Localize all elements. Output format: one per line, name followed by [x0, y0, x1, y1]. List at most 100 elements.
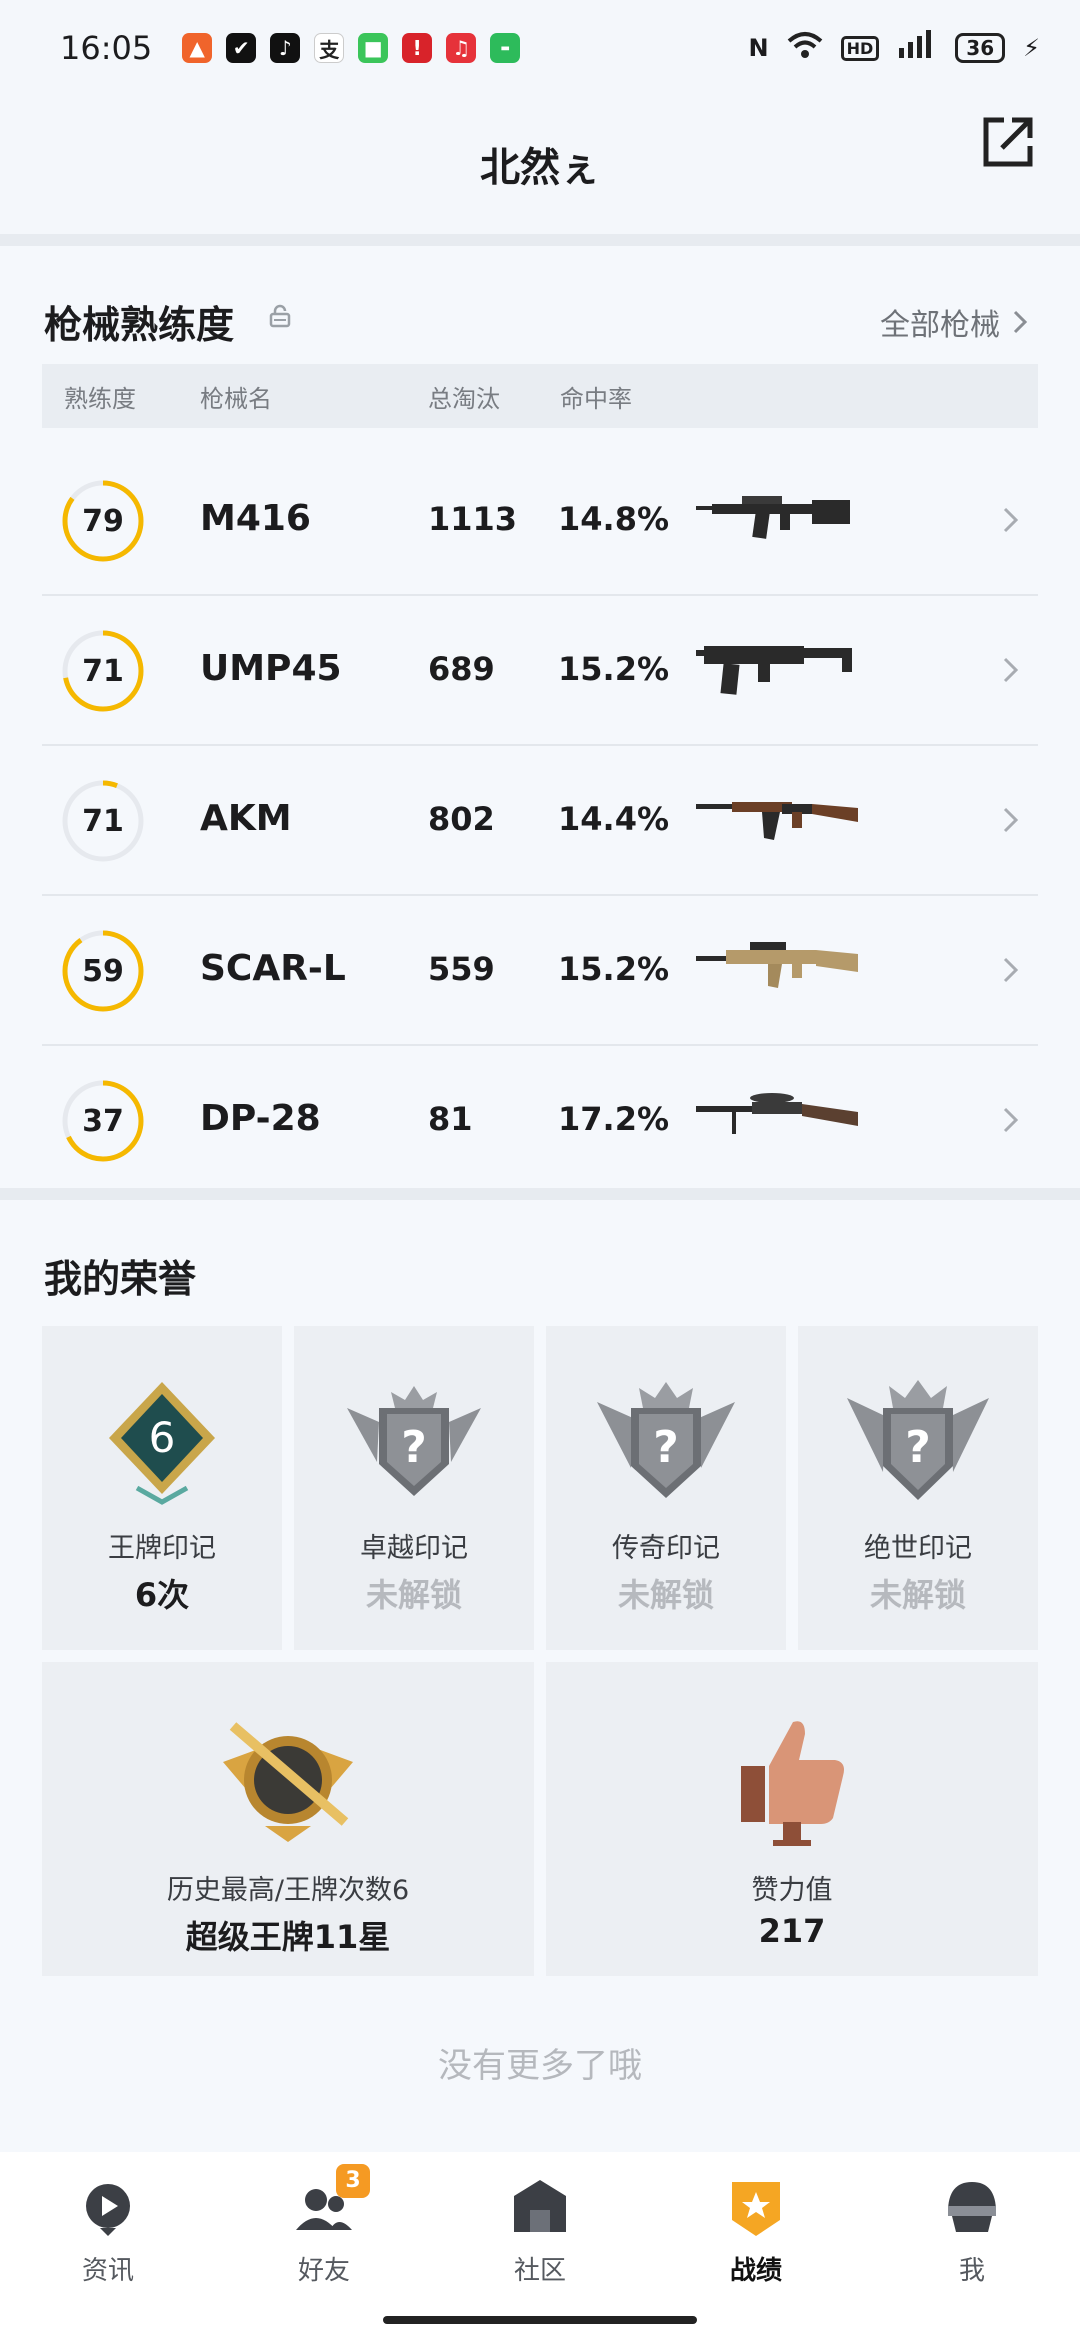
locked-emblem-icon: ? [347, 1386, 481, 1496]
badge-card-excellence[interactable]: ? 卓越印记 未解锁 [294, 1326, 534, 1650]
gun-row-m416[interactable]: 79 M416 1113 14.8% [42, 446, 1038, 596]
gun-kills: 802 [428, 800, 495, 838]
tab-friends[interactable]: 3 好友 [254, 2164, 394, 2287]
gun-row-dp-28[interactable]: 37 DP-28 81 17.2% [42, 1046, 1038, 1196]
messages-icon: ■ [358, 33, 389, 63]
app-notification-icon: 支 [314, 33, 345, 63]
badge-label: 传奇印记 [612, 1533, 720, 1564]
gun-name: M416 [200, 498, 311, 539]
thumbs-up-icon [741, 1721, 844, 1846]
emblem-mark: ? [905, 1422, 931, 1473]
tab-news[interactable]: 资讯 [38, 2176, 178, 2287]
all-guns-link[interactable]: 全部枪械 [880, 300, 1028, 344]
wifi-icon [787, 31, 823, 65]
app-notification-icon: ▲ [182, 33, 213, 63]
gun-proficiency-section: 枪械熟练度 全部枪械 熟练度 枪械名 总淘汰 命中率 79 M416 1113 … [0, 246, 1080, 1188]
proficiency-ring: 79 [60, 478, 146, 564]
music-icon: ♫ [446, 33, 477, 63]
news-icon [76, 2176, 140, 2240]
section-title: 我的荣誉 [44, 1257, 197, 1301]
nfc-icon: N [748, 34, 769, 62]
community-icon [508, 2176, 572, 2240]
record-icon [724, 2176, 788, 2240]
section-divider [0, 1188, 1080, 1200]
chevron-right-icon [1003, 507, 1019, 533]
gun-hit-rate: 15.2% [558, 950, 670, 988]
friend-request-badge: 3 [336, 2164, 370, 2198]
proficiency-value: 59 [82, 953, 124, 989]
rifle-icon [696, 802, 858, 840]
app-notification-icon: ▬ [490, 33, 521, 63]
column-header: 命中率 [560, 384, 632, 413]
hd-icon: HD [840, 35, 880, 61]
signal-icon [897, 30, 937, 66]
rifle-icon [696, 496, 850, 539]
gun-kills: 81 [428, 1100, 473, 1138]
tab-profile[interactable]: 我 [902, 2176, 1042, 2287]
share-icon[interactable] [980, 114, 1036, 170]
gun-hit-rate: 14.4% [558, 800, 670, 838]
gun-row-scar-l[interactable]: 59 SCAR-L 559 15.2% [42, 896, 1038, 1046]
badge-card-ace[interactable]: 6 王牌印记 6次 [42, 1326, 282, 1650]
page-header: 北然ぇ [0, 96, 1080, 232]
badge-label: 绝世印记 [864, 1533, 972, 1564]
section-divider [0, 234, 1080, 246]
gun-name: SCAR-L [200, 948, 346, 989]
gun-hit-rate: 15.2% [558, 650, 670, 688]
tab-label: 社区 [513, 2256, 566, 2286]
emblem-mark: ? [401, 1422, 427, 1473]
status-time: 16:05 [60, 29, 153, 67]
table-header: 熟练度 枪械名 总淘汰 命中率 [42, 364, 1038, 428]
rifle-icon [696, 942, 858, 988]
chevron-right-icon [1013, 310, 1028, 334]
honor-section: 我的荣誉 6 王牌印记 6次 ? 卓越印记 未解锁 ? 传奇印记 未解锁 ? 绝… [0, 1200, 1080, 2160]
profile-icon [940, 2176, 1004, 2240]
column-header: 总淘汰 [428, 384, 500, 413]
gun-kills: 559 [428, 950, 495, 988]
column-header: 枪械名 [200, 384, 272, 413]
chevron-right-icon [1003, 957, 1019, 983]
history-best-label: 历史最高/王牌次数6 [166, 1875, 410, 1906]
status-right: N HD 36 ⚡ [749, 30, 1040, 66]
likes-card[interactable]: 赞力值 217 [546, 1662, 1038, 1976]
end-of-list-text: 没有更多了哦 [438, 2046, 642, 2086]
badge-value: 未解锁 [365, 1576, 462, 1614]
tab-label: 我 [958, 2256, 985, 2286]
locked-emblem-icon: ? [847, 1380, 989, 1500]
proficiency-value: 79 [82, 503, 124, 539]
chevron-right-icon [1003, 1107, 1019, 1133]
gun-kills: 689 [428, 650, 495, 688]
badge-card-legend[interactable]: ? 传奇印记 未解锁 [546, 1326, 786, 1650]
tab-record[interactable]: 战绩 [686, 2176, 826, 2287]
app-notification-icon: ! [402, 33, 433, 63]
notification-icons: ▲ ✔ ♪ 支 ■ ! ♫ ▬ [182, 33, 521, 63]
gun-row-ump45[interactable]: 71 UMP45 689 15.2% [42, 596, 1038, 746]
likes-value: 217 [758, 1912, 826, 1950]
locked-emblem-icon: ? [597, 1382, 735, 1498]
proficiency-value: 71 [82, 803, 124, 839]
gun-hit-rate: 17.2% [558, 1100, 670, 1138]
status-bar: 16:05 ▲ ✔ ♪ 支 ■ ! ♫ ▬ N HD 36 ⚡ [0, 0, 1080, 96]
history-best-value: 超级王牌11星 [185, 1918, 391, 1956]
history-best-card[interactable]: 历史最高/王牌次数6 超级王牌11星 [42, 1662, 534, 1976]
smg-icon [696, 646, 852, 695]
machine-gun-icon [696, 1093, 858, 1134]
proficiency-value: 71 [82, 653, 124, 689]
badge-card-peerless[interactable]: ? 绝世印记 未解锁 [798, 1326, 1038, 1650]
badge-value: 未解锁 [869, 1576, 966, 1614]
chevron-right-icon [1003, 657, 1019, 683]
tab-label: 好友 [297, 2256, 350, 2286]
gun-hit-rate: 14.8% [558, 500, 670, 538]
proficiency-ring: 37 [60, 1078, 146, 1164]
tiktok-icon: ♪ [270, 33, 301, 63]
gun-row-akm[interactable]: 71 AKM 802 14.4% [42, 746, 1038, 896]
tab-community[interactable]: 社区 [470, 2176, 610, 2287]
emblem-number: 6 [149, 1413, 176, 1462]
home-indicator[interactable] [383, 2316, 697, 2324]
tab-label: 资讯 [81, 2256, 134, 2286]
proficiency-ring: 71 [60, 628, 146, 714]
app-notification-icon: ✔ [226, 33, 257, 63]
badge-value: 未解锁 [617, 1576, 714, 1614]
badge-value: 6次 [134, 1576, 190, 1614]
super-ace-emblem-icon [223, 1722, 353, 1842]
